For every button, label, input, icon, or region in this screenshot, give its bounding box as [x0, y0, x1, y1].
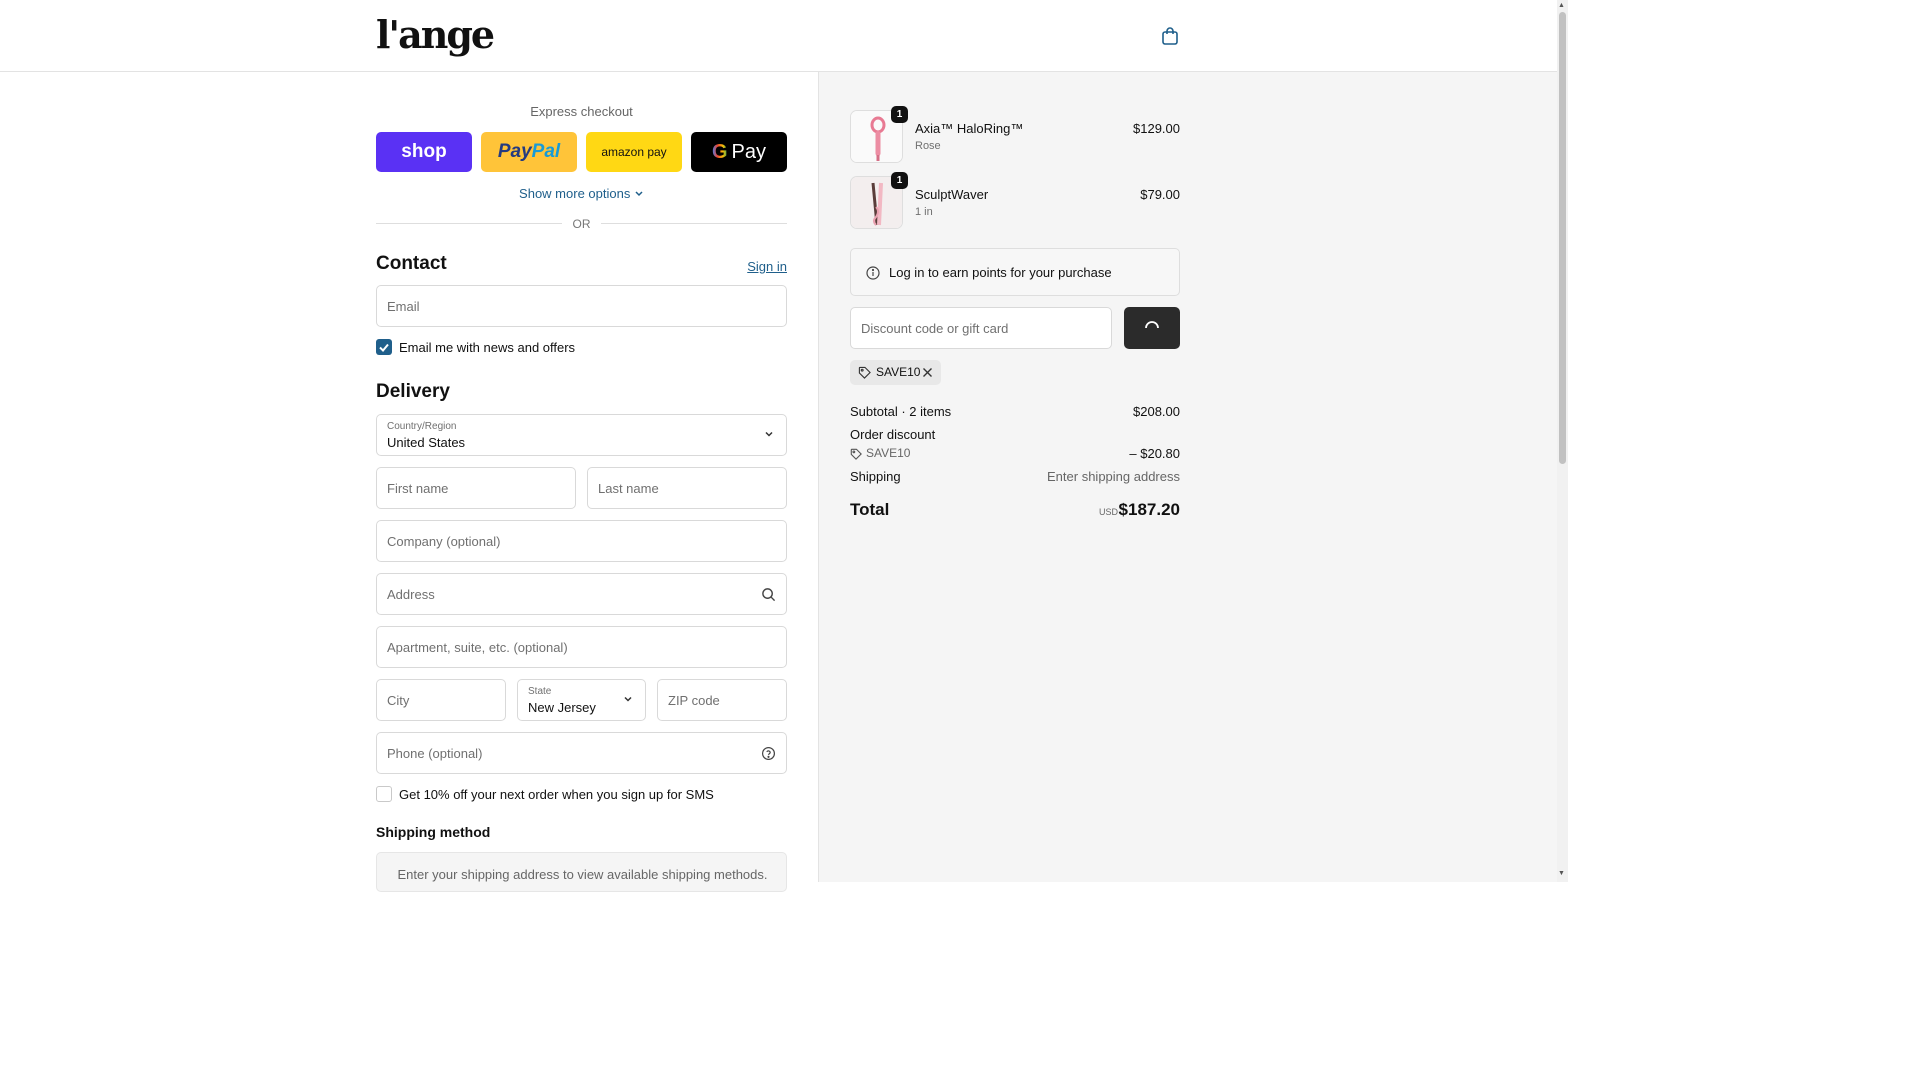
- delivery-title: Delivery: [376, 381, 450, 402]
- search-icon: [762, 588, 776, 602]
- first-name-field[interactable]: First name: [376, 467, 576, 509]
- google-pay-button[interactable]: G Pay: [691, 132, 787, 172]
- shop-pay-label: shop: [401, 141, 447, 162]
- header: l'ange: [0, 0, 1557, 72]
- zip-placeholder: ZIP code: [668, 693, 720, 708]
- product-name: SculptWaver: [915, 187, 989, 202]
- discount-code-text: SAVE10: [866, 446, 911, 460]
- or-divider-text: OR: [572, 217, 591, 231]
- points-message: Log in to earn points for your purchase: [889, 265, 1112, 280]
- last-name-placeholder: Last name: [598, 481, 659, 496]
- currency-code: USD: [1099, 507, 1119, 517]
- applied-code-text: SAVE10: [876, 365, 921, 379]
- total-label: Total: [850, 500, 890, 519]
- scrollbar-thumb[interactable]: [1559, 12, 1566, 464]
- amazon-pay-label: amazon pay: [601, 145, 667, 159]
- phone-field[interactable]: Phone (optional): [376, 732, 787, 774]
- product-price: $79.00: [1140, 187, 1180, 202]
- subtotal-row: Subtotal · 2 items $208.00: [850, 404, 1180, 419]
- state-value: New Jersey: [528, 700, 596, 715]
- state-label: State: [528, 686, 552, 697]
- email-field[interactable]: Email: [376, 285, 787, 327]
- shipping-method-box: Enter your shipping address to view avai…: [376, 852, 787, 892]
- google-pay-label: Pay: [731, 140, 767, 163]
- divider-left: [376, 223, 562, 224]
- newsletter-label: Email me with news and offers: [399, 340, 576, 355]
- product-variant: Rose: [915, 140, 941, 152]
- shipping-method-title: Shipping method: [376, 824, 491, 840]
- cart-item: 1 Axia™ HaloRing™ Rose $129.00: [850, 106, 1180, 164]
- discount-placeholder: Discount code or gift card: [861, 321, 1009, 336]
- email-placeholder: Email: [387, 299, 420, 314]
- google-g-icon: G: [711, 140, 728, 163]
- apartment-placeholder: Apartment, suite, etc. (optional): [387, 640, 568, 655]
- loading-spinner-icon: [1145, 321, 1159, 329]
- order-discount-label: Order discount: [850, 427, 936, 442]
- chevron-down-icon: [765, 431, 773, 437]
- state-select[interactable]: State New Jersey: [517, 679, 646, 721]
- sms-label: Get 10% off your next order when you sig…: [399, 787, 714, 802]
- apartment-field[interactable]: Apartment, suite, etc. (optional): [376, 626, 787, 668]
- country-value: United States: [387, 435, 466, 450]
- order-discount-row: Order discount: [850, 427, 1180, 442]
- tag-icon: [858, 366, 871, 379]
- shipping-row: Shipping Enter shipping address: [850, 469, 1180, 484]
- amazon-pay-button[interactable]: amazon pay: [586, 132, 682, 172]
- info-icon: [866, 266, 880, 280]
- city-field[interactable]: City: [376, 679, 506, 721]
- first-name-placeholder: First name: [387, 481, 449, 496]
- total-value: $187.20: [1118, 500, 1180, 519]
- sign-in-link[interactable]: Sign in: [740, 259, 787, 274]
- paypal-button[interactable]: Pay Pal: [481, 132, 577, 172]
- show-more-label: Show more options: [519, 186, 631, 201]
- points-banner[interactable]: Log in to earn points for your purchase: [850, 248, 1180, 296]
- country-select[interactable]: Country/Region United States: [376, 414, 787, 456]
- shipping-value: Enter shipping address: [1047, 469, 1180, 484]
- chevron-down-icon: [635, 191, 643, 197]
- remove-discount-icon[interactable]: [922, 367, 933, 378]
- express-checkout-title: Express checkout: [530, 104, 633, 119]
- company-placeholder: Company (optional): [387, 534, 501, 549]
- help-circle-icon[interactable]: [761, 746, 776, 761]
- company-field[interactable]: Company (optional): [376, 520, 787, 562]
- country-label: Country/Region: [387, 421, 457, 432]
- brand-logo[interactable]: l'ange: [376, 12, 495, 57]
- subtotal-label: Subtotal · 2 items: [850, 404, 952, 419]
- address-field[interactable]: Address: [376, 573, 787, 615]
- quantity-badge: 1: [891, 106, 908, 123]
- sms-checkbox[interactable]: [376, 786, 392, 802]
- checkmark-icon: [379, 343, 389, 352]
- discount-code-input[interactable]: Discount code or gift card: [850, 307, 1112, 349]
- discount-amount: – $20.80: [1129, 446, 1180, 461]
- product-name: Axia™ HaloRing™: [915, 121, 1024, 136]
- cart-item: 1 SculptWaver 1 in $79.00: [850, 172, 1180, 230]
- address-placeholder: Address: [387, 587, 435, 602]
- apply-discount-button[interactable]: [1124, 307, 1180, 349]
- scroll-down-arrow-icon[interactable]: ▼: [1558, 870, 1565, 877]
- phone-placeholder: Phone (optional): [387, 746, 483, 761]
- scroll-up-arrow-icon[interactable]: ▲: [1558, 2, 1565, 9]
- divider-right: [601, 223, 787, 224]
- last-name-field[interactable]: Last name: [587, 467, 787, 509]
- paypal-label-pal: Pal: [531, 141, 561, 162]
- contact-title: Contact: [376, 253, 447, 274]
- product-variant: 1 in: [915, 206, 933, 218]
- zip-field[interactable]: ZIP code: [657, 679, 787, 721]
- city-placeholder: City: [387, 693, 410, 708]
- product-price: $129.00: [1133, 121, 1180, 136]
- paypal-label-pay: Pay: [497, 141, 532, 162]
- chevron-down-icon: [624, 696, 632, 702]
- shopping-bag-icon[interactable]: [1160, 26, 1180, 46]
- shop-pay-button[interactable]: shop: [376, 132, 472, 172]
- shipping-label: Shipping: [850, 469, 901, 484]
- applied-discount-chip: SAVE10: [850, 360, 941, 385]
- quantity-badge: 1: [891, 172, 908, 189]
- subtotal-value: $208.00: [1133, 404, 1180, 419]
- shipping-method-message: Enter your shipping address to view avai…: [397, 867, 768, 882]
- show-more-options-link[interactable]: Show more options: [376, 186, 787, 201]
- newsletter-checkbox[interactable]: [376, 339, 392, 355]
- tag-icon: [850, 448, 862, 460]
